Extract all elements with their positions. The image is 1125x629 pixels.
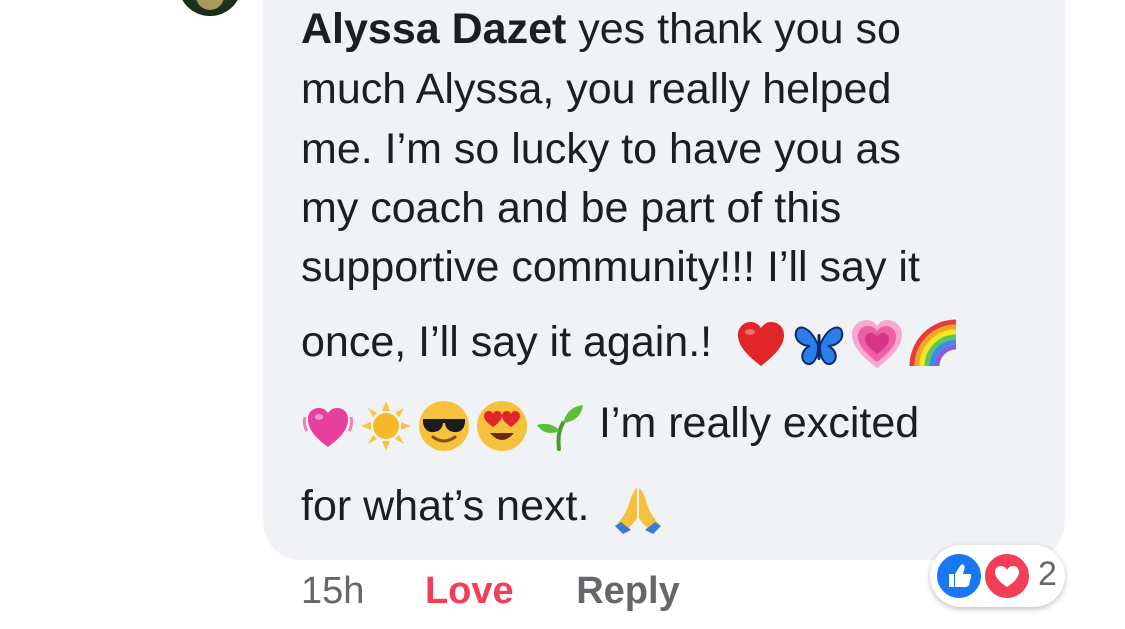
- reaction-summary[interactable]: 2: [930, 545, 1065, 607]
- reaction-count: 2: [1038, 555, 1057, 593]
- emoji-group-1: [734, 318, 962, 372]
- comment-text-4: my coach and be part of this: [301, 184, 842, 232]
- comment-text-7: I’m really excited: [598, 399, 920, 447]
- like-icon: [934, 551, 984, 601]
- comment-text-1: yes thank you so: [566, 5, 901, 53]
- love-reaction-button[interactable]: Love: [425, 566, 514, 616]
- comment-text-6: once, I’ll say it again.!: [301, 318, 713, 366]
- red-heart-emoji-icon: [734, 318, 788, 372]
- comment-line-6: once, I’ll say it again.!: [301, 316, 962, 372]
- comment-text-2: much Alyssa, you really helped: [301, 65, 892, 113]
- reply-button[interactable]: Reply: [576, 566, 679, 616]
- comment-line-8: for what’s next.: [301, 480, 665, 536]
- comment-line-4: my coach and be part of this: [301, 182, 841, 234]
- heart-eyes-face-emoji-icon: [475, 399, 529, 453]
- emoji-group-2: [301, 399, 587, 453]
- comment-text-8: for what’s next.: [301, 482, 590, 530]
- folded-hands-emoji-icon: [611, 482, 665, 536]
- comment-author[interactable]: Alyssa Dazet: [301, 5, 566, 53]
- beating-heart-emoji-icon: [301, 399, 355, 453]
- rainbow-emoji-icon: [908, 318, 962, 372]
- growing-heart-emoji-icon: [850, 318, 904, 372]
- comment-thread: Alyssa Dazet yes thank you so much Alyss…: [0, 0, 1125, 629]
- comment-timestamp[interactable]: 15h: [301, 566, 364, 616]
- sunglasses-face-emoji-icon: [417, 399, 471, 453]
- comment-text-3: me. I’m so lucky to have you as: [301, 125, 901, 173]
- comment-line-1: Alyssa Dazet yes thank you so: [301, 3, 901, 55]
- comment-line-5: supportive community!!! I’ll say it: [301, 241, 920, 293]
- comment-line-3: me. I’m so lucky to have you as: [301, 123, 901, 175]
- comment-text-5: supportive community!!! I’ll say it: [301, 243, 920, 291]
- avatar[interactable]: [178, 0, 242, 16]
- avatar-detail: [196, 0, 224, 10]
- blue-butterfly-emoji-icon: [792, 318, 846, 372]
- comment-line-7: I’m really excited: [301, 397, 919, 453]
- sun-emoji-icon: [359, 399, 413, 453]
- comment-line-2: much Alyssa, you really helped: [301, 63, 891, 115]
- heart-reaction-icon: [982, 551, 1032, 601]
- comment-actions: 15h Love Reply: [301, 566, 680, 616]
- seedling-emoji-icon: [533, 399, 587, 453]
